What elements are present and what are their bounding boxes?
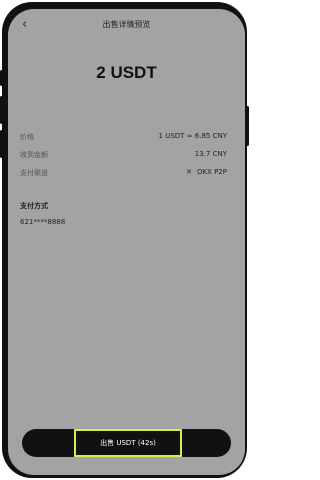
sell-usdt-button[interactable]: 出售 USDT (42s) (74, 429, 182, 457)
price-label: 价格 (20, 133, 34, 141)
side-button (0, 70, 3, 86)
screen: ‹ 出售详情预览 2 USDT 价格 1 USDT ≈ 6.85 CNY 收到金… (8, 9, 245, 475)
channel-value-wrap: ✕ OKX P2P (185, 168, 227, 176)
channel-value: OKX P2P (196, 168, 227, 176)
detail-row-price: 价格 1 USDT ≈ 6.85 CNY (20, 129, 227, 147)
phone-frame: ‹ 出售详情预览 2 USDT 价格 1 USDT ≈ 6.85 CNY 收到金… (2, 2, 247, 478)
detail-row-received: 收到金额 13.7 CNY (20, 147, 227, 165)
received-label: 收到金额 (20, 151, 48, 159)
channel-label: 支付渠道 (20, 169, 48, 177)
volume-down-button (0, 130, 3, 158)
payment-method-title: 支付方式 (20, 202, 48, 210)
header: ‹ 出售详情预览 (8, 15, 245, 35)
payment-method-value: 621****8888 (20, 218, 66, 226)
volume-up-button (0, 96, 3, 124)
sell-amount: 2 USDT (96, 63, 157, 82)
power-button (246, 106, 249, 146)
received-value: 13.7 CNY (194, 150, 227, 158)
details-list: 价格 1 USDT ≈ 6.85 CNY 收到金额 13.7 CNY 支付渠道 … (20, 129, 227, 183)
okx-logo-icon: ✕ (186, 168, 192, 176)
price-value: 1 USDT ≈ 6.85 CNY (158, 132, 227, 140)
detail-row-channel: 支付渠道 ✕ OKX P2P (20, 165, 227, 183)
page-title: 出售详情预览 (102, 20, 151, 29)
